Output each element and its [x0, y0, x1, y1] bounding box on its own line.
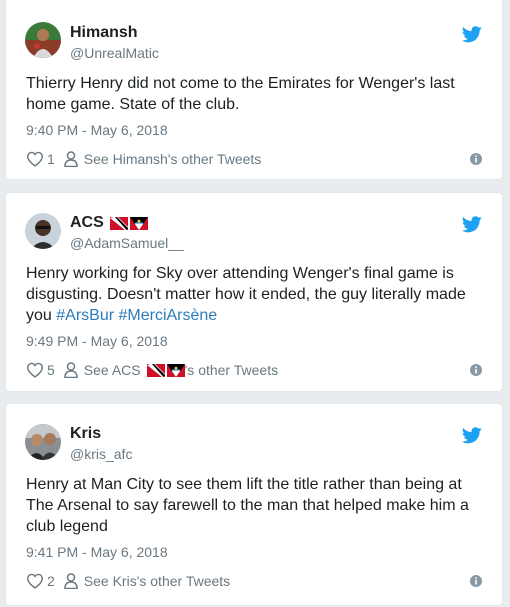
hashtag-link[interactable]: #MerciArsène	[119, 307, 218, 324]
trinidad-tobago-flag	[146, 363, 165, 377]
other-tweets-suffix: 's other Tweets	[184, 362, 279, 378]
antigua-flag	[129, 216, 148, 230]
avatar[interactable]	[25, 22, 61, 58]
tweet-text: Henry at Man City to see them lift the t…	[26, 476, 469, 535]
tweet-actions: 2 See Kris's other Tweets	[26, 573, 230, 589]
other-tweets-link[interactable]: See Kris's other Tweets	[84, 573, 230, 589]
other-tweets-link[interactable]: See Himansh's other Tweets	[84, 151, 262, 167]
person-icon	[64, 151, 78, 167]
info-icon[interactable]	[470, 153, 482, 165]
tweet-text: Thierry Henry did not come to the Emirat…	[26, 75, 455, 113]
tweet-text: Henry working for Sky over attending Wen…	[26, 263, 486, 326]
avatar[interactable]	[25, 424, 61, 460]
flag-emojis	[145, 363, 185, 377]
user-name[interactable]: Kris	[70, 425, 101, 443]
like-count[interactable]: 1	[47, 151, 55, 167]
twitter-bird-icon[interactable]	[462, 216, 482, 233]
user-name[interactable]: Himansh	[70, 24, 138, 42]
tweet-actions: 1 See Himansh's other Tweets	[26, 151, 261, 167]
twitter-bird-icon[interactable]	[462, 26, 482, 43]
tweet-timestamp[interactable]: 9:41 PM - May 6, 2018	[26, 544, 168, 560]
tweet-actions: 5 See ACS 's other Tweets	[26, 362, 278, 378]
heart-icon[interactable]	[26, 151, 44, 167]
antigua-flag	[166, 363, 185, 377]
like-count[interactable]: 2	[47, 573, 55, 589]
other-tweets-link[interactable]: See ACS 's other Tweets	[84, 362, 278, 378]
user-handle[interactable]: @AdamSamuel__	[70, 235, 184, 251]
hashtag-link[interactable]: #ArsBur	[56, 307, 114, 324]
tweet-card: ACS @AdamSamuel__ Henry working for Sky …	[5, 192, 503, 392]
tweet-timestamp[interactable]: 9:40 PM - May 6, 2018	[26, 122, 168, 138]
flag-emojis	[108, 216, 148, 230]
twitter-bird-icon[interactable]	[462, 427, 482, 444]
tweet-card: Kris @kris_afc Henry at Man City to see …	[5, 403, 503, 606]
like-count[interactable]: 5	[47, 362, 55, 378]
info-icon[interactable]	[470, 364, 482, 376]
other-tweets-prefix: See ACS	[83, 362, 141, 378]
tweet-timestamp[interactable]: 9:49 PM - May 6, 2018	[26, 333, 168, 349]
person-icon	[64, 362, 78, 378]
user-name[interactable]: ACS	[70, 214, 148, 232]
heart-icon[interactable]	[26, 362, 44, 378]
user-handle[interactable]: @UnrealMatic	[70, 45, 159, 61]
person-icon	[64, 573, 78, 589]
info-icon[interactable]	[470, 575, 482, 587]
user-name-text: ACS	[70, 214, 104, 231]
avatar[interactable]	[25, 213, 61, 249]
heart-icon[interactable]	[26, 573, 44, 589]
user-handle[interactable]: @kris_afc	[70, 446, 132, 462]
tweet-card: Himansh @UnrealMatic Thierry Henry did n…	[5, 0, 503, 180]
trinidad-tobago-flag	[109, 216, 128, 230]
